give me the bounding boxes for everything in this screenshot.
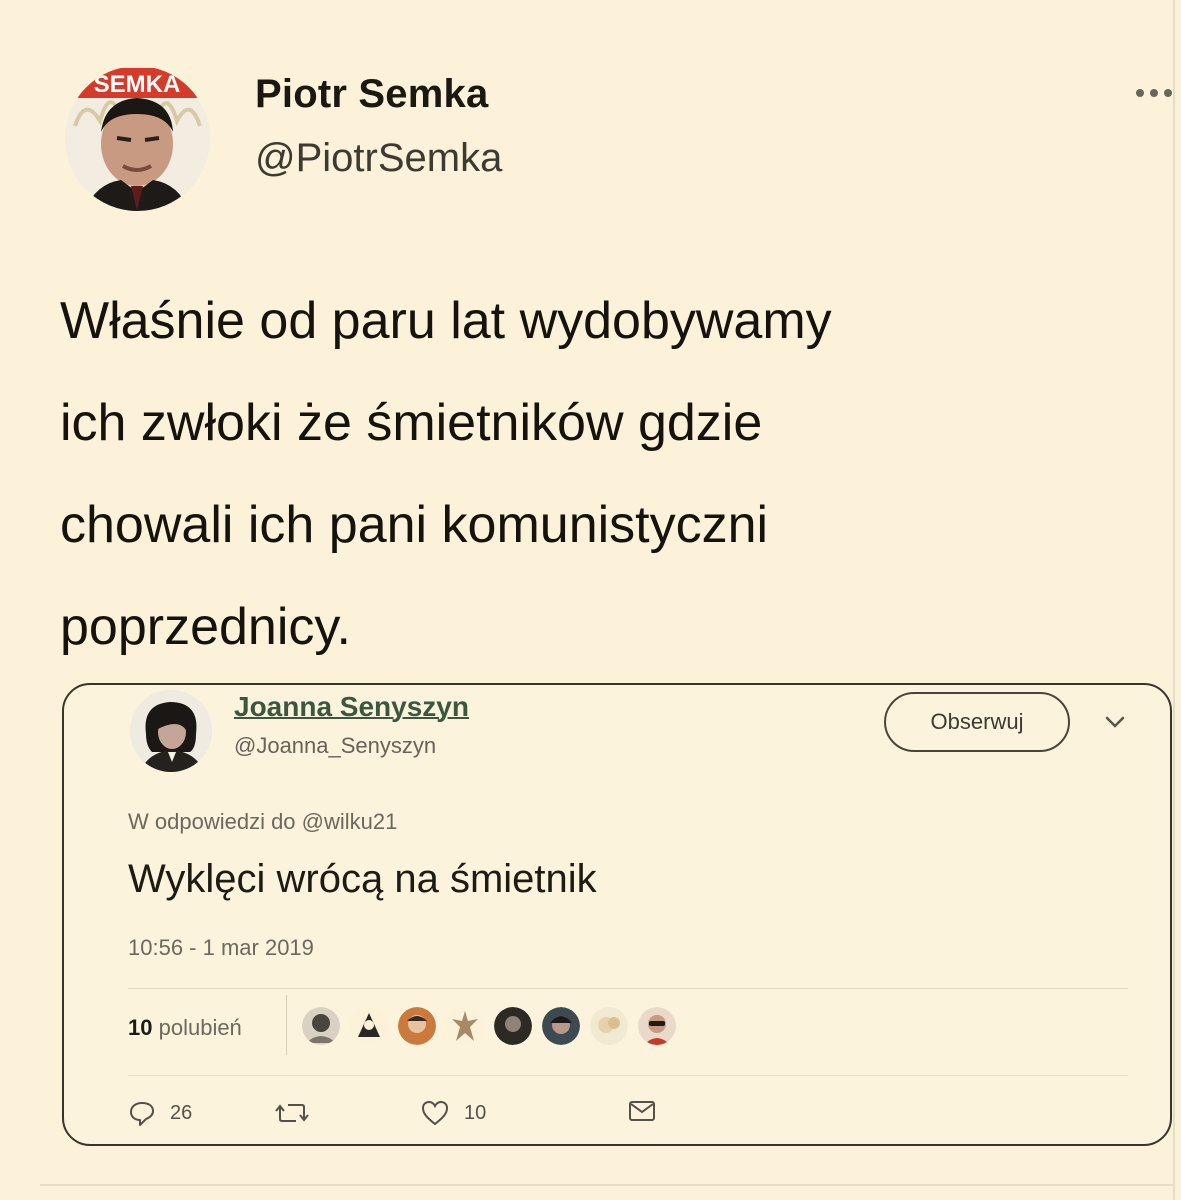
liker-avatar[interactable] (542, 1007, 580, 1045)
divider (128, 1075, 1128, 1076)
dm-action[interactable] (628, 1099, 656, 1123)
quoted-tweet-card[interactable]: Joanna Senyszyn @Joanna_Senyszyn Obserwu… (62, 683, 1172, 1146)
frame-edge (1173, 0, 1175, 1200)
author-avatar-image: SEMKA (65, 66, 210, 211)
likes-count: 10 (128, 1015, 153, 1040)
author-avatar[interactable]: SEMKA (65, 66, 210, 211)
retweet-action[interactable] (274, 1099, 310, 1127)
reply-icon (130, 1102, 154, 1126)
avatar-banner-text: SEMKA (94, 71, 181, 98)
reply-to-label: W odpowiedzi do @wilku21 (128, 809, 398, 834)
author-handle[interactable]: @PiotrSemka (255, 136, 502, 181)
like-count: 10 (464, 1101, 487, 1124)
reply-action[interactable]: 26 (128, 1099, 192, 1127)
tweet-text: Właśnie od paru lat wydobywamy ich zwłok… (60, 270, 1150, 678)
chevron-down-icon[interactable] (1104, 715, 1126, 729)
envelope-icon (629, 1101, 655, 1121)
tweet-text-line: chowali ich pani komunistyczni (60, 496, 769, 554)
liker-avatar[interactable] (302, 1007, 340, 1045)
author-name[interactable]: Piotr Semka (255, 72, 488, 117)
tweet-text-line: Właśnie od paru lat wydobywamy (60, 292, 832, 350)
liker-avatar[interactable] (446, 1007, 484, 1045)
likes-word: polubień (158, 1015, 242, 1040)
tweet-page: SEMKA Piotr Semka @PiotrSemka Właśnie od… (0, 0, 1181, 1200)
tweet-text-line: ich zwłoki że śmietników gdzie (60, 394, 763, 452)
reply-count: 26 (170, 1101, 193, 1124)
tweet-actions-bar: 26 10 (128, 1099, 655, 1131)
quoted-tweet-text: Wyklęci wrócą na śmietnik (128, 857, 597, 901)
quoted-author-name[interactable]: Joanna Senyszyn (234, 691, 469, 723)
likes-summary[interactable]: 10 polubień (128, 1015, 242, 1041)
quoted-timestamp[interactable]: 10:56 - 1 mar 2019 (128, 935, 314, 961)
quoted-author-avatar[interactable] (130, 690, 212, 772)
likes-separator (286, 995, 287, 1055)
follow-button[interactable]: Obserwuj (884, 692, 1070, 752)
more-dots-icon[interactable] (1134, 84, 1174, 102)
liker-avatar[interactable] (590, 1007, 628, 1045)
liker-avatar[interactable] (638, 1007, 676, 1045)
quoted-author-handle[interactable]: @Joanna_Senyszyn (234, 733, 436, 759)
quoted-avatar-image (130, 690, 212, 772)
heart-icon (421, 1100, 449, 1126)
likers-avatars (302, 1007, 676, 1045)
liker-avatar[interactable] (494, 1007, 532, 1045)
like-action[interactable]: 10 (420, 1099, 486, 1127)
retweet-icon (275, 1104, 309, 1122)
divider (128, 988, 1128, 989)
tweet-text-line: poprzednicy. (60, 598, 351, 656)
frame-bottom-edge (40, 1184, 1175, 1186)
liker-avatar[interactable] (350, 1007, 388, 1045)
liker-avatar[interactable] (398, 1007, 436, 1045)
